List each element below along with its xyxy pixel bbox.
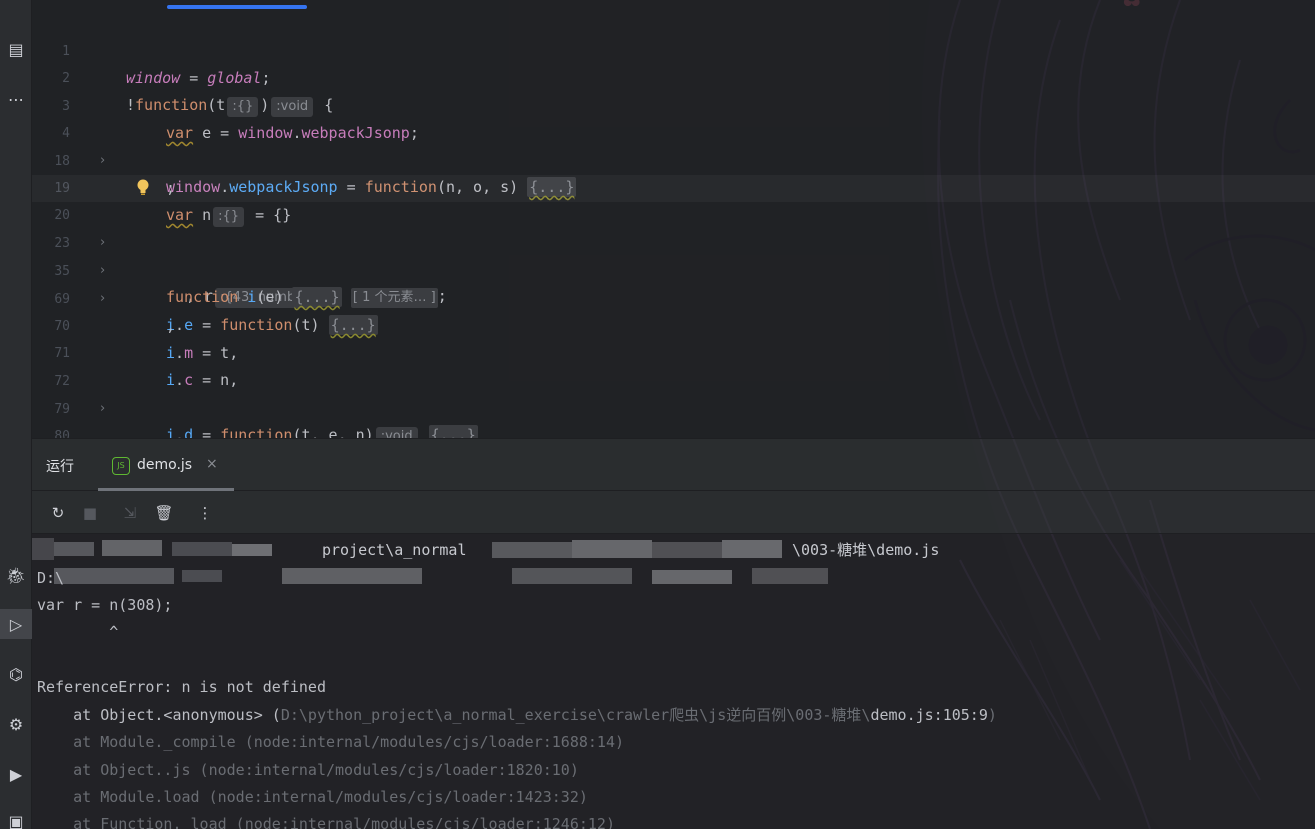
- run-panel-title: 运行: [46, 459, 74, 475]
- code-editor[interactable]: 1 window = global; 2 !function(t:{}):voi…: [32, 0, 1315, 438]
- code-line: 91: [32, 424, 1315, 438]
- code-line: 23 › function i(e) {...}: [54, 236, 342, 307]
- console-partial-text: project\a_normal: [322, 541, 467, 559]
- more-options-icon[interactable]: ⋮: [194, 502, 216, 524]
- error-message: ReferenceError: n is not defined: [37, 678, 326, 696]
- left-tool-strip: ▤ ⋯ 🐞︎ ▷ ⌬ ⚙ ▶ ▣: [0, 0, 32, 829]
- stop-icon[interactable]: ■: [79, 502, 101, 524]
- code-line: 72 › i.d = function(t, e, n):void {...}: [32, 341, 1315, 438]
- nodejs-icon: JS: [112, 457, 130, 475]
- console-partial-text: \003-糖堆\demo.js: [792, 541, 940, 559]
- console-caret-line: ^: [37, 623, 119, 641]
- code-line: 19 var n:{} = {}: [32, 148, 1315, 227]
- code-line: 35 › i.e = function(t) {...}: [54, 264, 378, 335]
- console-code-line: var r = n(308);: [37, 596, 173, 614]
- console-output[interactable]: project\a_normal \003-糖堆\demo.js D:\ var…: [32, 534, 1315, 829]
- debug-icon[interactable]: 🐞︎: [0, 560, 32, 590]
- close-icon[interactable]: ×: [206, 456, 218, 472]
- rerun-icon[interactable]: ↻: [47, 502, 69, 524]
- code-line: 69 ,: [54, 292, 176, 335]
- editor-tab-indicator: [167, 5, 307, 9]
- clear-console-icon[interactable]: 🗑: [153, 502, 175, 524]
- code-line: 4 › window.webpackJsonp = function(n, o,…: [62, 126, 577, 197]
- structure-icon[interactable]: ▤: [0, 34, 32, 64]
- more-tools-icon[interactable]: ⋯: [0, 84, 32, 114]
- code-line: 71 i.c = n,: [54, 346, 239, 389]
- services-icon[interactable]: ⚙: [0, 709, 32, 739]
- run-tab-demo-js[interactable]: JS demo.js ×: [98, 439, 234, 491]
- stack-frame: at Function._load (node:internal/modules…: [37, 815, 615, 829]
- stack-frame: at Object..js (node:internal/modules/cjs…: [37, 761, 579, 779]
- stack-frame: at Module.load (node:internal/modules/cj…: [37, 788, 588, 806]
- code-line: 2 !function(t:{}):void {: [32, 38, 1315, 117]
- source-link[interactable]: demo.js:105:9: [870, 706, 987, 724]
- scroll-to-end-icon[interactable]: ⇲: [119, 502, 141, 524]
- lightbulb-icon[interactable]: [136, 179, 150, 196]
- code-line: 80 › i.n = function(t) {...}: [32, 396, 1315, 438]
- run-icon[interactable]: ▷: [0, 609, 32, 639]
- run-tool-window-header: 运行 JS demo.js ×: [32, 438, 1315, 491]
- console-partial-text: D:\: [37, 569, 65, 587]
- code-line: 1 window = global;: [62, 44, 271, 87]
- code-line: 79 ,: [54, 402, 176, 438]
- code-line: 70 i.m = t,: [54, 319, 239, 362]
- code-line: 3 var e = window.webpackJsonp;: [62, 99, 419, 142]
- run-toolbar: ↻ ■ ⇲ 🗑 ⋮: [32, 491, 1315, 534]
- run-services-icon[interactable]: ▶: [0, 759, 32, 789]
- python-console-icon[interactable]: ⌬: [0, 659, 32, 689]
- code-line-current: 20 › , r:{43: number} = [ 1 个元素… ];: [32, 175, 1315, 308]
- stack-frame: at Module._compile (node:internal/module…: [37, 733, 624, 751]
- stack-frame: at Object.<anonymous> (D:\python_project…: [37, 706, 997, 724]
- terminal-icon[interactable]: ▣: [0, 806, 32, 829]
- code-line: 18 ;: [54, 154, 176, 197]
- run-tab-label: demo.js: [137, 457, 193, 473]
